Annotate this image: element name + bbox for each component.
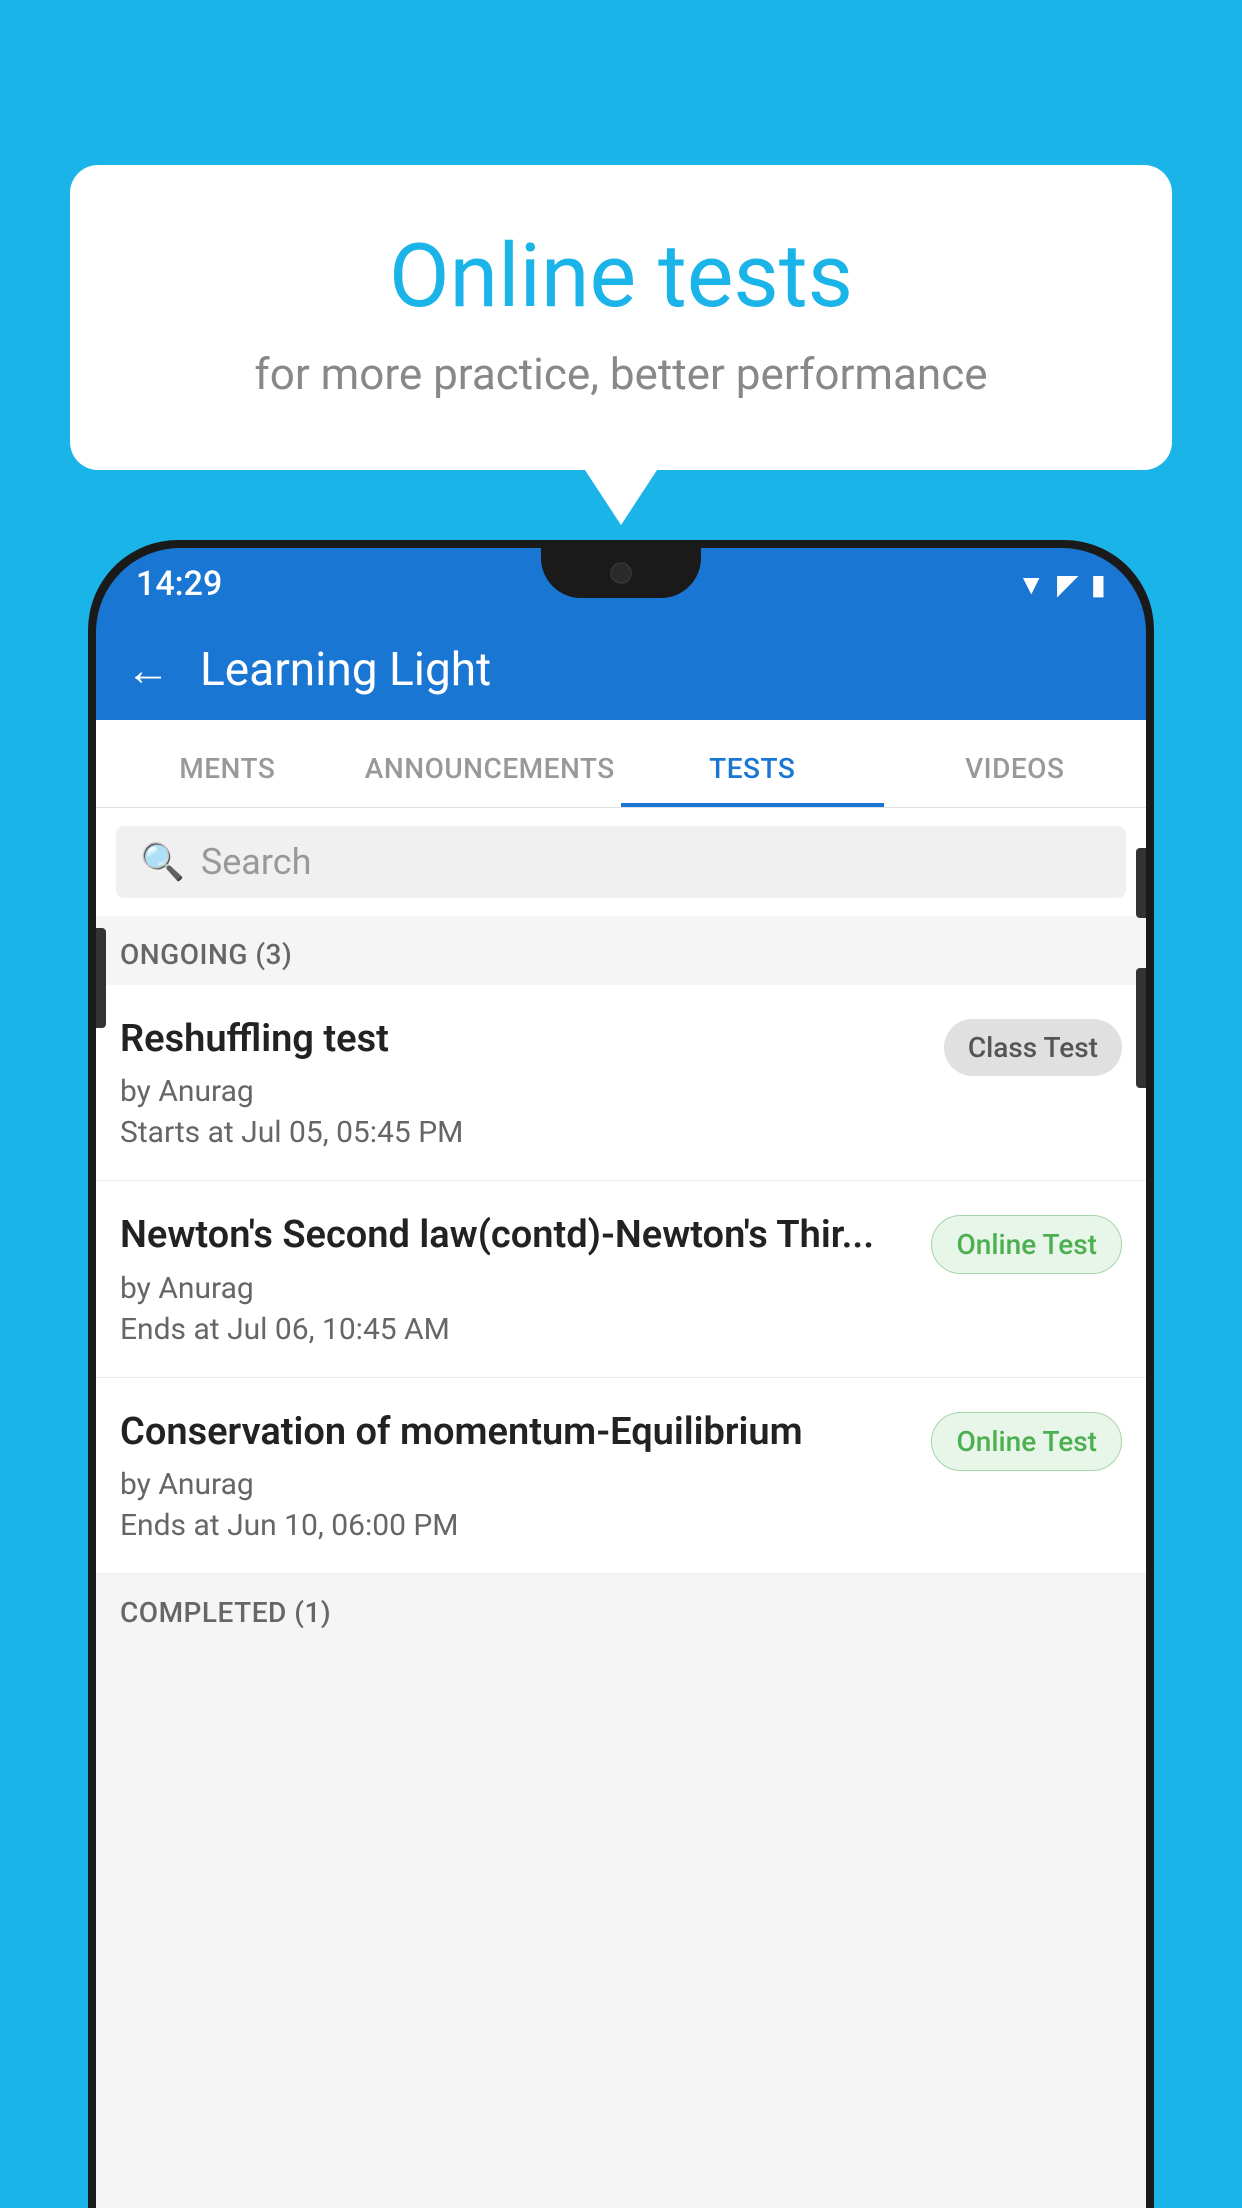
- test-author: by Anurag: [120, 1271, 915, 1306]
- completed-section-header: COMPLETED (1): [96, 1574, 1146, 1643]
- tab-tests[interactable]: TESTS: [621, 752, 884, 807]
- test-author: by Anurag: [120, 1074, 928, 1109]
- test-item-content: Reshuffling test by Anurag Starts at Jul…: [120, 1015, 928, 1150]
- search-icon: 🔍: [140, 841, 185, 883]
- front-camera: [610, 562, 632, 584]
- power-button-top: [1136, 848, 1146, 918]
- app-header: ← Learning Light: [96, 620, 1146, 720]
- test-item[interactable]: Reshuffling test by Anurag Starts at Jul…: [96, 985, 1146, 1181]
- search-input[interactable]: Search: [201, 841, 312, 883]
- tabs-bar: MENTS ANNOUNCEMENTS TESTS VIDEOS: [96, 720, 1146, 808]
- wifi-icon: ▼: [1017, 568, 1045, 601]
- power-button-bottom: [1136, 968, 1146, 1088]
- test-badge-class: Class Test: [944, 1019, 1122, 1076]
- bubble-title: Online tests: [150, 225, 1092, 328]
- test-item-content: Newton's Second law(contd)-Newton's Thir…: [120, 1211, 915, 1346]
- test-name: Reshuffling test: [120, 1015, 928, 1064]
- status-icons: ▼ ◤ ▮: [1017, 568, 1106, 601]
- test-badge-online: Online Test: [931, 1412, 1122, 1471]
- volume-button: [96, 928, 106, 1028]
- promo-bubble: Online tests for more practice, better p…: [70, 165, 1172, 470]
- test-item[interactable]: Conservation of momentum-Equilibrium by …: [96, 1378, 1146, 1574]
- search-container: 🔍 Search: [96, 808, 1146, 916]
- test-item-content: Conservation of momentum-Equilibrium by …: [120, 1408, 915, 1543]
- test-badge-online: Online Test: [931, 1215, 1122, 1274]
- app-title: Learning Light: [200, 643, 491, 697]
- signal-icon: ◤: [1057, 568, 1079, 601]
- test-name: Conservation of momentum-Equilibrium: [120, 1408, 915, 1457]
- phone-inner: 14:29 ▼ ◤ ▮ ← Learning Light MENTS ANNOU…: [96, 548, 1146, 2208]
- status-time: 14:29: [136, 564, 222, 604]
- test-item[interactable]: Newton's Second law(contd)-Newton's Thir…: [96, 1181, 1146, 1377]
- test-time: Starts at Jul 05, 05:45 PM: [120, 1115, 928, 1150]
- screen-content: 🔍 Search ONGOING (3) Reshuffling test by…: [96, 808, 1146, 2208]
- battery-icon: ▮: [1091, 568, 1106, 601]
- bubble-subtitle: for more practice, better performance: [150, 348, 1092, 400]
- search-bar[interactable]: 🔍 Search: [116, 826, 1126, 898]
- test-author: by Anurag: [120, 1467, 915, 1502]
- back-button[interactable]: ←: [126, 644, 170, 696]
- ongoing-section-header: ONGOING (3): [96, 916, 1146, 985]
- tab-announcements[interactable]: ANNOUNCEMENTS: [359, 752, 622, 807]
- test-time: Ends at Jul 06, 10:45 AM: [120, 1312, 915, 1347]
- phone-frame: 14:29 ▼ ◤ ▮ ← Learning Light MENTS ANNOU…: [88, 540, 1154, 2208]
- test-time: Ends at Jun 10, 06:00 PM: [120, 1508, 915, 1543]
- tab-videos[interactable]: VIDEOS: [884, 752, 1147, 807]
- tab-ments[interactable]: MENTS: [96, 752, 359, 807]
- notch: [541, 548, 701, 598]
- status-bar: 14:29 ▼ ◤ ▮: [96, 548, 1146, 620]
- test-list: Reshuffling test by Anurag Starts at Jul…: [96, 985, 1146, 1574]
- test-name: Newton's Second law(contd)-Newton's Thir…: [120, 1211, 915, 1260]
